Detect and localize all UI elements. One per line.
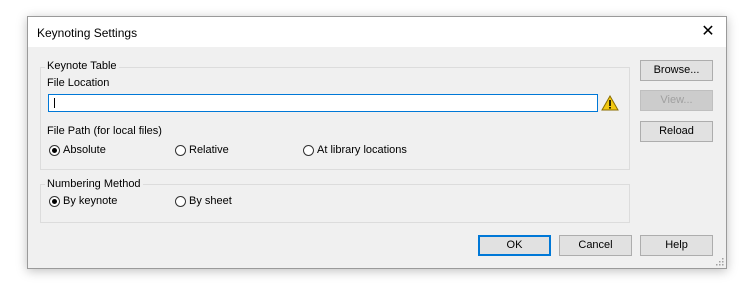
view-button[interactable]: View... <box>640 90 713 111</box>
radio-absolute[interactable]: Absolute <box>49 143 106 157</box>
cancel-button[interactable]: Cancel <box>559 235 632 256</box>
reload-button[interactable]: Reload <box>640 121 713 142</box>
radio-by-keynote[interactable]: By keynote <box>49 194 117 208</box>
radio-by-sheet-indicator <box>175 195 186 207</box>
title-bar: Keynoting Settings ✕ <box>28 17 726 47</box>
radio-by-sheet[interactable]: By sheet <box>175 194 232 208</box>
close-icon[interactable]: ✕ <box>698 22 718 42</box>
file-path-label: File Path (for local files) <box>47 125 162 137</box>
file-location-label: File Location <box>47 77 110 89</box>
ok-button[interactable]: OK <box>478 235 551 256</box>
radio-relative-label: Relative <box>189 144 229 156</box>
dialog-title: Keynoting Settings <box>37 26 138 40</box>
help-button[interactable]: Help <box>640 235 713 256</box>
radio-library-indicator <box>303 144 314 156</box>
radio-by-sheet-label: By sheet <box>189 195 232 207</box>
numbering-method-legend: Numbering Method <box>45 178 143 190</box>
resize-grip-icon[interactable] <box>716 258 724 266</box>
file-location-input[interactable] <box>48 94 598 112</box>
text-caret <box>54 98 55 108</box>
radio-relative[interactable]: Relative <box>175 143 229 157</box>
browse-button[interactable]: Browse... <box>640 60 713 81</box>
keynoting-settings-dialog: Keynoting Settings ✕ Keynote Table File … <box>27 16 727 269</box>
keynote-table-legend: Keynote Table <box>45 60 119 72</box>
radio-by-keynote-indicator <box>49 195 60 207</box>
radio-library-locations[interactable]: At library locations <box>303 143 407 157</box>
radio-absolute-indicator <box>49 144 60 156</box>
warning-icon <box>601 95 619 111</box>
radio-relative-indicator <box>175 144 186 156</box>
radio-library-label: At library locations <box>317 144 407 156</box>
radio-by-keynote-label: By keynote <box>63 195 118 207</box>
radio-absolute-label: Absolute <box>63 144 106 156</box>
